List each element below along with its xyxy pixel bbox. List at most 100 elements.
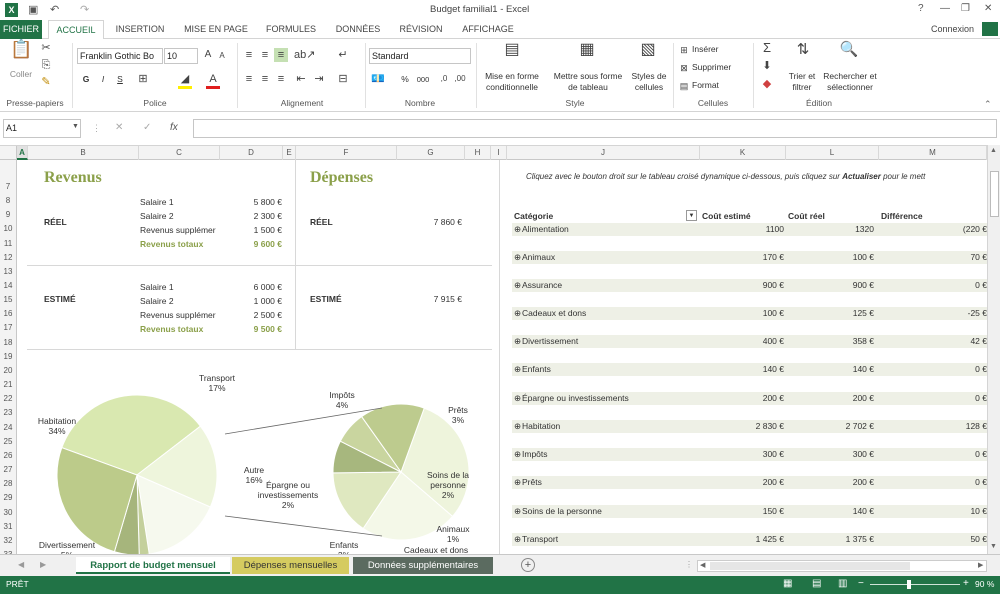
column-header[interactable]: B — [28, 146, 139, 160]
expand-icon[interactable]: ⊕ — [514, 421, 521, 432]
table-row[interactable]: ⊕ Cadeaux et dons 100 € 125 € -25 € — [512, 307, 987, 320]
vertical-scrollbar[interactable]: ▲ ▼ — [987, 145, 1000, 554]
align-bottom-icon[interactable]: ≡ — [274, 48, 288, 62]
decrease-decimal-icon[interactable]: ,00 — [453, 72, 467, 86]
font-color-icon[interactable]: A — [206, 72, 220, 89]
font-name-select[interactable]: Franklin Gothic Bo — [77, 48, 163, 64]
paste-button[interactable]: Coller — [4, 69, 38, 80]
row-header[interactable]: 26 — [0, 449, 16, 463]
normal-view-icon[interactable]: ▦ — [783, 578, 792, 589]
decrease-font-icon[interactable]: A — [216, 49, 228, 63]
sheet-tab-depenses[interactable]: Dépenses mensuelles — [232, 557, 349, 574]
pie-of-pie-chart[interactable] — [17, 350, 499, 554]
table-row[interactable]: ⊕ Assurance 900 € 900 € 0 € — [512, 279, 987, 292]
expand-icon[interactable]: ⊕ — [514, 506, 521, 517]
tab-insertion[interactable]: INSERTION — [110, 20, 170, 39]
column-header[interactable]: E — [283, 146, 296, 160]
cell-styles-icon[interactable]: ▧ — [637, 42, 659, 65]
name-box[interactable]: A1 — [3, 119, 81, 138]
tab-donnees[interactable]: DONNÉES — [330, 20, 386, 39]
fill-icon[interactable]: ⬇ — [760, 59, 774, 73]
tab-fichier[interactable]: FICHIER — [0, 20, 42, 39]
row-header[interactable]: 14 — [0, 279, 16, 293]
clear-icon[interactable]: ◆ — [760, 77, 774, 91]
column-header[interactable]: C — [139, 146, 220, 160]
scrollbar-thumb[interactable] — [990, 171, 999, 217]
row-header[interactable]: 13 — [0, 265, 16, 279]
confirm-entry-icon[interactable]: ✓ — [143, 122, 151, 133]
table-row[interactable]: ⊕ Soins de la personne 150 € 140 € 10 € — [512, 505, 987, 518]
account-signin[interactable]: Connexion — [925, 20, 980, 39]
sheet-tab-rapport[interactable]: Rapport de budget mensuel — [76, 557, 230, 574]
insert-function-button[interactable]: fx — [170, 122, 178, 133]
scroll-down-icon[interactable]: ▼ — [990, 543, 997, 550]
paste-icon[interactable]: 📋 — [10, 40, 32, 64]
zoom-out-button[interactable]: − — [858, 578, 864, 589]
row-header[interactable]: 16 — [0, 307, 16, 321]
align-middle-icon[interactable]: ≡ — [258, 48, 272, 62]
filter-dropdown-icon[interactable]: ▼ — [686, 210, 697, 221]
format-painter-icon[interactable]: ✎ — [40, 75, 52, 89]
tab-affichage[interactable]: AFFICHAGE — [456, 20, 520, 39]
thousands-button[interactable]: 000 — [413, 74, 433, 85]
borders-icon[interactable]: ⊞ — [136, 72, 150, 86]
conditional-format-button[interactable]: Mise en forme conditionnelle — [479, 71, 545, 93]
wrap-text-icon[interactable]: ↵ — [336, 48, 350, 62]
scroll-up-icon[interactable]: ▲ — [990, 147, 997, 154]
row-header[interactable]: 9 — [0, 208, 16, 222]
next-sheet-icon[interactable]: ▶ — [40, 560, 46, 569]
table-row[interactable]: ⊕ Habitation 2 830 € 2 702 € 128 € — [512, 420, 987, 433]
expand-icon[interactable]: ⊕ — [514, 449, 521, 460]
format-as-table-icon[interactable]: ▦ — [576, 42, 598, 65]
align-center-icon[interactable]: ≡ — [258, 72, 272, 86]
row-header[interactable]: 32 — [0, 534, 16, 548]
orientation-icon[interactable]: ab↗ — [294, 48, 315, 62]
table-row[interactable]: ⊕ Enfants 140 € 140 € 0 € — [512, 363, 987, 376]
expand-icon[interactable]: ⊕ — [514, 364, 521, 375]
add-sheet-icon[interactable]: + — [521, 558, 535, 572]
row-header[interactable]: 19 — [0, 350, 16, 364]
column-header[interactable]: F — [296, 146, 397, 160]
undo-icon[interactable]: ↶ — [50, 3, 62, 17]
row-header[interactable]: 28 — [0, 477, 16, 491]
row-header[interactable]: 31 — [0, 520, 16, 534]
align-left-icon[interactable]: ≡ — [242, 72, 256, 86]
row-header[interactable]: 10 — [0, 222, 16, 236]
column-header[interactable]: G — [397, 146, 465, 160]
row-header[interactable]: 12 — [0, 251, 16, 265]
cell-styles-button[interactable]: Styles de cellules — [628, 71, 670, 93]
row-header[interactable]: 30 — [0, 506, 16, 520]
table-row[interactable]: ⊕ Transport 1 425 € 1 375 € 50 € — [512, 533, 987, 546]
tab-mise-en-page[interactable]: MISE EN PAGE — [178, 20, 254, 39]
delete-cells-button[interactable]: Supprimer — [692, 62, 738, 73]
page-break-icon[interactable]: ▥ — [838, 578, 847, 589]
sheet-tab-donnees[interactable]: Données supplémentaires — [353, 557, 493, 574]
expand-icon[interactable]: ⊕ — [514, 280, 521, 291]
tab-accueil[interactable]: ACCUEIL — [48, 20, 104, 40]
column-header[interactable]: J — [507, 146, 700, 160]
redo-icon[interactable]: ↷ — [80, 3, 92, 17]
row-header[interactable]: 27 — [0, 463, 16, 477]
row-header[interactable]: 24 — [0, 421, 16, 435]
column-header[interactable]: M — [879, 146, 987, 160]
column-header[interactable]: L — [786, 146, 879, 160]
zoom-in-button[interactable]: + — [963, 578, 969, 589]
close-button[interactable]: ✕ — [984, 3, 992, 14]
delete-cells-icon[interactable]: ⊠ — [678, 61, 690, 75]
table-row[interactable]: ⊕ Alimentation 1100 1320 (220 € — [512, 223, 987, 236]
column-header[interactable]: D — [220, 146, 283, 160]
bold-button[interactable]: G — [80, 74, 92, 85]
scroll-left-icon[interactable]: ◀ — [700, 561, 705, 569]
conditional-format-icon[interactable]: ▤ — [501, 42, 523, 65]
row-header[interactable]: 17 — [0, 321, 16, 335]
zoom-slider-thumb[interactable] — [907, 580, 911, 589]
row-header[interactable]: 7 — [0, 180, 16, 194]
avatar[interactable] — [982, 22, 998, 36]
zoom-slider[interactable] — [870, 584, 960, 585]
column-header[interactable]: A — [17, 146, 28, 160]
expand-icon[interactable]: ⊕ — [514, 252, 521, 263]
align-right-icon[interactable]: ≡ — [274, 72, 288, 86]
increase-indent-icon[interactable]: ⇥ — [312, 72, 326, 86]
insert-cells-icon[interactable]: ⊞ — [678, 43, 690, 57]
table-row[interactable]: ⊕ Divertissement 400 € 358 € 42 € — [512, 335, 987, 348]
